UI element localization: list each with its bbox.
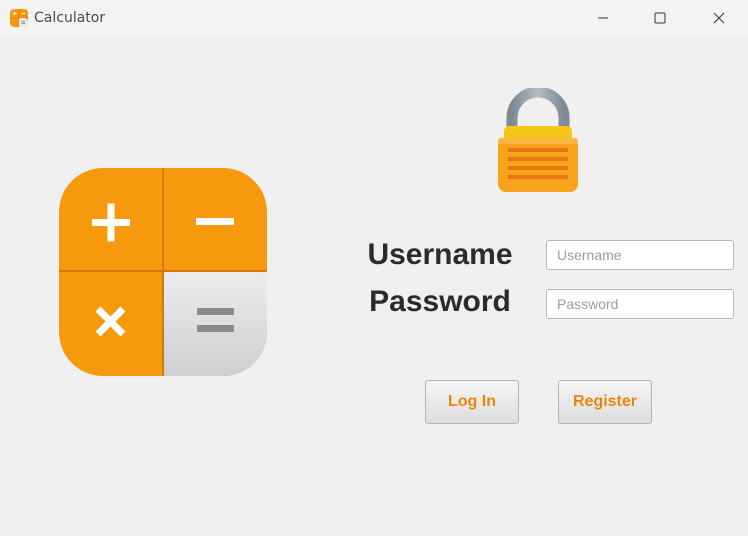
calculator-login-window: Calculator Username Password Username Lo… xyxy=(0,0,748,536)
minus-key xyxy=(196,218,234,225)
username-label: Username xyxy=(367,238,513,271)
app-calculator-icon xyxy=(10,9,28,27)
username-input[interactable] xyxy=(546,240,734,270)
padlock-icon xyxy=(498,88,578,192)
title-bar: Calculator xyxy=(0,0,748,36)
maximize-icon xyxy=(654,12,666,24)
register-button[interactable]: Register xyxy=(558,380,652,424)
window-title: Calculator xyxy=(34,10,106,26)
minimize-button[interactable] xyxy=(580,0,626,36)
close-icon xyxy=(713,12,725,24)
close-button[interactable] xyxy=(696,0,742,36)
minimize-icon xyxy=(598,17,608,19)
password-input[interactable] xyxy=(546,289,734,319)
password-label: Password xyxy=(369,285,511,318)
calculator-logo xyxy=(59,168,267,376)
maximize-button[interactable] xyxy=(637,0,683,36)
login-button[interactable]: Log In xyxy=(425,380,519,424)
